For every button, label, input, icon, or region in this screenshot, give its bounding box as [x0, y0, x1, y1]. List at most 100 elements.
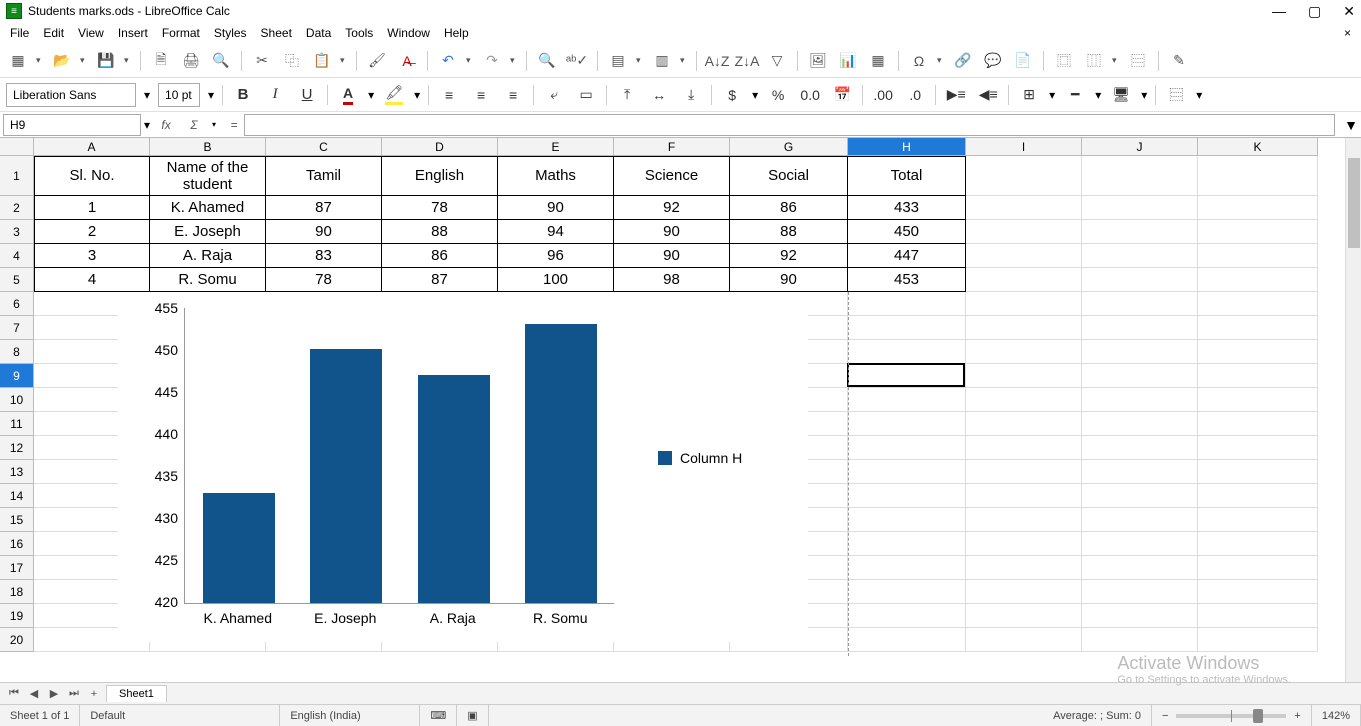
cell-J2[interactable]	[1082, 196, 1198, 220]
column-header-A[interactable]: A	[34, 138, 150, 156]
cell-F2[interactable]: 92	[614, 196, 730, 220]
currency-icon[interactable]: $	[720, 83, 744, 107]
menu-styles[interactable]: Styles	[214, 26, 247, 40]
row-header-4[interactable]: 4	[0, 244, 34, 268]
bold-button[interactable]: B	[231, 83, 255, 107]
cell-K20[interactable]	[1198, 628, 1318, 652]
cell-K15[interactable]	[1198, 508, 1318, 532]
vertical-scrollbar[interactable]	[1345, 138, 1361, 682]
cell-C1[interactable]: Tamil	[266, 156, 382, 196]
align-middle-icon[interactable]: ↔	[647, 83, 671, 107]
cell-K19[interactable]	[1198, 604, 1318, 628]
italic-button[interactable]: I	[263, 83, 287, 107]
column-header-H[interactable]: H	[848, 138, 966, 156]
find-icon[interactable]: 🔍	[535, 49, 559, 73]
copy-icon[interactable]: ⿻	[280, 49, 304, 73]
cell-I5[interactable]	[966, 268, 1082, 292]
cell-D2[interactable]: 78	[382, 196, 498, 220]
cell-K14[interactable]	[1198, 484, 1318, 508]
row-header-17[interactable]: 17	[0, 556, 34, 580]
zoom-label[interactable]: 142%	[1312, 705, 1361, 726]
cell-H1[interactable]: Total	[848, 156, 966, 196]
cell-I14[interactable]	[966, 484, 1082, 508]
cell-J5[interactable]	[1082, 268, 1198, 292]
formula-input[interactable]	[244, 114, 1335, 136]
cell-I11[interactable]	[966, 412, 1082, 436]
cell-J17[interactable]	[1082, 556, 1198, 580]
align-center-icon[interactable]: ≡	[469, 83, 493, 107]
cell-I16[interactable]	[966, 532, 1082, 556]
cell-J15[interactable]	[1082, 508, 1198, 532]
cell-J8[interactable]	[1082, 340, 1198, 364]
merge-cells-icon[interactable]: ▭	[574, 83, 598, 107]
cell-D5[interactable]: 87	[382, 268, 498, 292]
column-header-F[interactable]: F	[614, 138, 730, 156]
cell-D4[interactable]: 86	[382, 244, 498, 268]
cell-J1[interactable]	[1082, 156, 1198, 196]
export-pdf-icon[interactable]: 🗎	[149, 49, 173, 73]
highlight-button[interactable]: 🖍	[382, 83, 406, 107]
cell-C5[interactable]: 78	[266, 268, 382, 292]
cell-J18[interactable]	[1082, 580, 1198, 604]
draw-icon[interactable]: ✎	[1167, 49, 1191, 73]
cell-K1[interactable]	[1198, 156, 1318, 196]
last-sheet-icon[interactable]: ⏭	[66, 686, 82, 702]
cell-I10[interactable]	[966, 388, 1082, 412]
close-document-icon[interactable]: ×	[1344, 26, 1351, 40]
menu-help[interactable]: Help	[444, 26, 469, 40]
menu-window[interactable]: Window	[387, 26, 430, 40]
cell-G4[interactable]: 92	[730, 244, 848, 268]
function-wizard-icon[interactable]: fx	[156, 115, 176, 135]
cell-G2[interactable]: 86	[730, 196, 848, 220]
cell-I17[interactable]	[966, 556, 1082, 580]
cell-J20[interactable]	[1082, 628, 1198, 652]
number-icon[interactable]: 0.0	[798, 83, 822, 107]
sum-icon[interactable]: Σ	[184, 115, 204, 135]
new-icon[interactable]: ▦	[6, 49, 30, 73]
column-icon[interactable]: ▥	[650, 49, 674, 73]
cell-C2[interactable]: 87	[266, 196, 382, 220]
column-header-C[interactable]: C	[266, 138, 382, 156]
embedded-chart[interactable]: 455450445440435430425420K. AhamedE. Jose…	[118, 292, 808, 642]
print-preview-icon[interactable]: 🔍	[209, 49, 233, 73]
undo-icon[interactable]: ↶	[436, 49, 460, 73]
cell-K7[interactable]	[1198, 316, 1318, 340]
menu-tools[interactable]: Tools	[345, 26, 373, 40]
selection-mode-icon[interactable]: ▣	[457, 705, 488, 726]
cut-icon[interactable]: ✂	[250, 49, 274, 73]
clear-format-icon[interactable]: A̶	[395, 49, 419, 73]
chart-icon[interactable]: 📊	[836, 49, 860, 73]
cell-K4[interactable]	[1198, 244, 1318, 268]
cell-H13[interactable]	[848, 460, 966, 484]
remove-decimal-icon[interactable]: .0	[903, 83, 927, 107]
align-bottom-icon[interactable]: ⤓	[679, 83, 703, 107]
row-header-11[interactable]: 11	[0, 412, 34, 436]
align-right-icon[interactable]: ≡	[501, 83, 525, 107]
cell-I3[interactable]	[966, 220, 1082, 244]
row-header-16[interactable]: 16	[0, 532, 34, 556]
cell-H16[interactable]	[848, 532, 966, 556]
cell-J6[interactable]	[1082, 292, 1198, 316]
cell-E2[interactable]: 90	[498, 196, 614, 220]
cell-K13[interactable]	[1198, 460, 1318, 484]
border-color-icon[interactable]: 🖥	[1109, 83, 1133, 107]
column-header-I[interactable]: I	[966, 138, 1082, 156]
cell-K6[interactable]	[1198, 292, 1318, 316]
sort-asc-icon[interactable]: A↓Z	[705, 49, 729, 73]
cell-I19[interactable]	[966, 604, 1082, 628]
date-icon[interactable]: 📅	[830, 83, 854, 107]
cell-F4[interactable]: 90	[614, 244, 730, 268]
increase-indent-icon[interactable]: ▶≡	[944, 83, 968, 107]
expand-formula-bar-icon[interactable]: ▼	[1341, 117, 1361, 133]
menu-file[interactable]: File	[10, 26, 29, 40]
cell-I15[interactable]	[966, 508, 1082, 532]
zoom-slider[interactable]	[1176, 714, 1286, 718]
next-sheet-icon[interactable]: ▶	[46, 686, 62, 702]
decrease-indent-icon[interactable]: ◀≡	[976, 83, 1000, 107]
column-header-D[interactable]: D	[382, 138, 498, 156]
image-icon[interactable]: 🖼	[806, 49, 830, 73]
menu-data[interactable]: Data	[306, 26, 331, 40]
cell-B4[interactable]: A. Raja	[150, 244, 266, 268]
cell-B5[interactable]: R. Somu	[150, 268, 266, 292]
pivot-icon[interactable]: ▦	[866, 49, 890, 73]
